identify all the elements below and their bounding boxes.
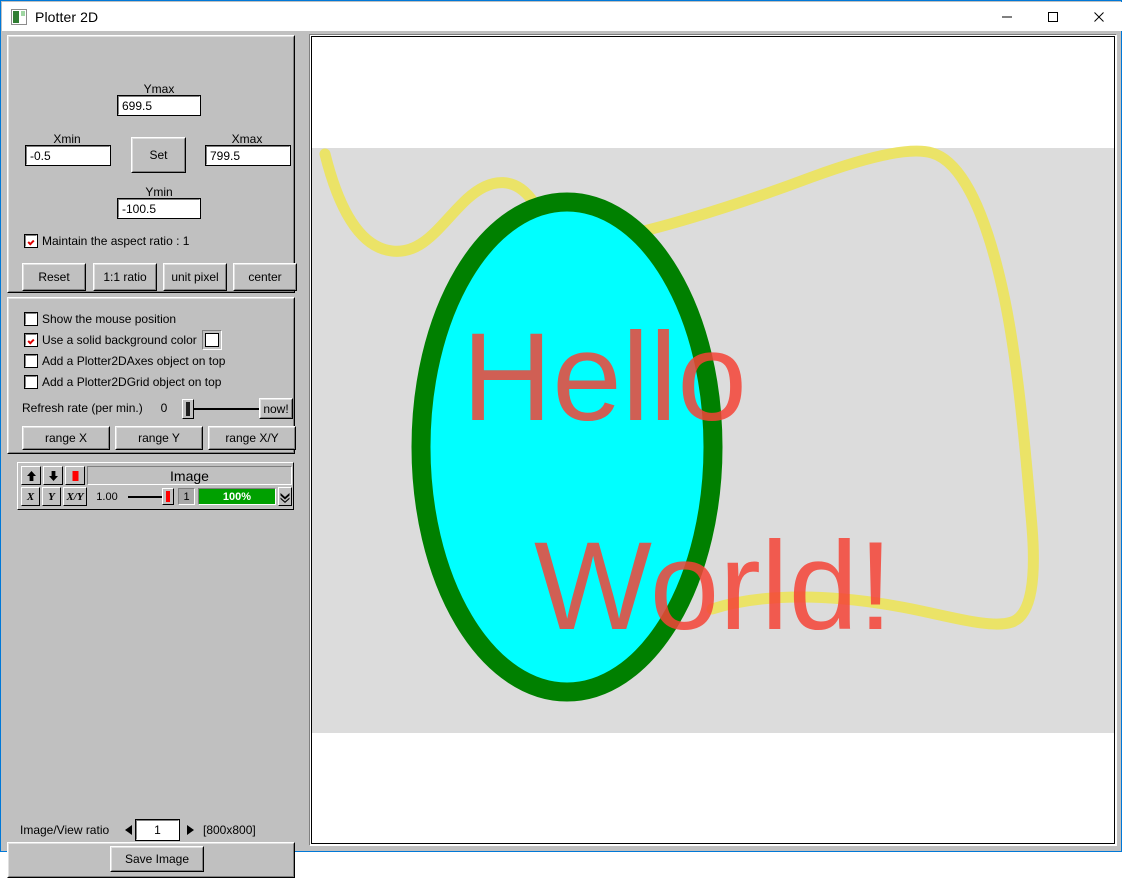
center-button[interactable]: center <box>233 263 297 291</box>
add-grid-object-checkbox[interactable]: Add a Plotter2DGrid object on top <box>24 375 222 389</box>
move-layer-up-button[interactable] <box>21 466 41 485</box>
refresh-now-button[interactable]: now! <box>259 398 293 419</box>
solid-background-label: Use a solid background color <box>42 333 197 347</box>
plot-rendering: Hello World! <box>312 37 1114 843</box>
save-image-button[interactable]: Save Image <box>110 846 204 872</box>
title-bar: Plotter 2D <box>2 2 1122 31</box>
ymax-label: Ymax <box>143 82 175 96</box>
ymin-label: Ymin <box>145 185 173 199</box>
triangle-right-icon <box>187 825 194 835</box>
plot-text-line-2: World! <box>534 517 893 656</box>
image-dimensions-label: [800x800] <box>203 823 256 837</box>
minimize-button[interactable] <box>984 2 1030 31</box>
ratio-decrease-button[interactable] <box>122 822 136 838</box>
refresh-rate-slider-thumb[interactable] <box>182 399 194 419</box>
background-color-swatch[interactable] <box>202 330 222 350</box>
expand-layers-button[interactable] <box>278 487 292 506</box>
xmax-input[interactable]: 799.5 <box>205 145 291 166</box>
ymin-input[interactable]: -100.5 <box>117 198 201 219</box>
plotter-2d-window: Plotter 2D Ymax 699.5 Xmin -0.5 Set Xmax… <box>0 0 1122 878</box>
add-grid-object-label: Add a Plotter2DGrid object on top <box>42 375 222 389</box>
refresh-rate-value: 0 <box>160 401 168 415</box>
plot-text-line-1: Hello <box>462 308 747 447</box>
layer-axis-y-button[interactable]: Y <box>42 487 61 506</box>
image-view-ratio-label: Image/View ratio <box>20 823 110 837</box>
left-control-pane: Ymax 699.5 Xmin -0.5 Set Xmax 799.5 Ymin… <box>3 31 299 878</box>
range-x-button[interactable]: range X <box>22 426 110 450</box>
ymax-input[interactable]: 699.5 <box>117 95 201 116</box>
layer-axis-x-button[interactable]: X <box>21 487 40 506</box>
layer-progress-bar: 100% <box>198 488 276 505</box>
layer-axis-xy-button[interactable]: X/Y <box>63 487 87 506</box>
show-mouse-position-label: Show the mouse position <box>42 312 177 326</box>
checkbox-box <box>24 354 38 368</box>
refresh-rate-slider-track[interactable] <box>184 408 260 410</box>
layer-panel: Image X Y X/Y 1.00 1 100% <box>17 462 294 510</box>
layer-opacity-slider-thumb[interactable] <box>162 488 174 505</box>
plot-canvas[interactable]: Hello World! <box>311 36 1115 844</box>
checkbox-box <box>24 375 38 389</box>
window-title: Plotter 2D <box>35 8 99 25</box>
range-xy-button[interactable]: range X/Y <box>208 426 296 450</box>
set-button[interactable]: Set <box>131 137 186 173</box>
double-chevron-down-icon <box>280 492 290 503</box>
maintain-aspect-ratio-label: Maintain the aspect ratio : 1 <box>42 234 190 248</box>
layer-name-label: Image <box>87 466 292 485</box>
plotter-icon <box>11 8 27 25</box>
image-view-ratio-input[interactable]: 1 <box>135 819 180 841</box>
options-panel: Show the mouse position Use a solid back… <box>7 297 296 454</box>
stop-square-icon <box>72 470 78 481</box>
maintain-aspect-ratio-checkbox[interactable]: Maintain the aspect ratio : 1 <box>24 234 190 248</box>
layer-opacity-value: 1.00 <box>96 491 118 503</box>
xmin-label: Xmin <box>53 132 81 146</box>
xmax-label: Xmax <box>231 132 263 146</box>
move-layer-down-button[interactable] <box>43 466 63 485</box>
triangle-left-icon <box>125 825 132 835</box>
show-mouse-position-checkbox[interactable]: Show the mouse position <box>24 312 177 326</box>
reset-button[interactable]: Reset <box>22 263 86 291</box>
range-panel: Ymax 699.5 Xmin -0.5 Set Xmax 799.5 Ymin… <box>7 35 297 293</box>
range-y-button[interactable]: range Y <box>115 426 203 450</box>
checkbox-box <box>24 333 38 347</box>
checkbox-box <box>24 234 38 248</box>
stop-render-button[interactable] <box>65 466 85 485</box>
arrow-up-icon <box>26 470 36 481</box>
add-axes-object-label: Add a Plotter2DAxes object on top <box>42 354 226 368</box>
plot-canvas-frame: Hello World! <box>309 34 1117 846</box>
window-controls <box>984 2 1122 31</box>
add-axes-object-checkbox[interactable]: Add a Plotter2DAxes object on top <box>24 354 226 368</box>
refresh-rate-label: Refresh rate (per min.) <box>22 401 143 415</box>
layer-index-label: 1 <box>178 488 195 505</box>
xmin-input[interactable]: -0.5 <box>25 145 111 166</box>
ratio-increase-button[interactable] <box>183 822 197 838</box>
arrow-down-icon <box>48 470 58 481</box>
one-to-one-ratio-button[interactable]: 1:1 ratio <box>93 263 157 291</box>
checkbox-box <box>24 312 38 326</box>
maximize-button[interactable] <box>1030 2 1076 31</box>
save-panel: Save Image <box>7 842 295 878</box>
unit-pixel-button[interactable]: unit pixel <box>163 263 227 291</box>
close-button[interactable] <box>1076 2 1122 31</box>
solid-background-checkbox[interactable]: Use a solid background color <box>24 333 197 347</box>
